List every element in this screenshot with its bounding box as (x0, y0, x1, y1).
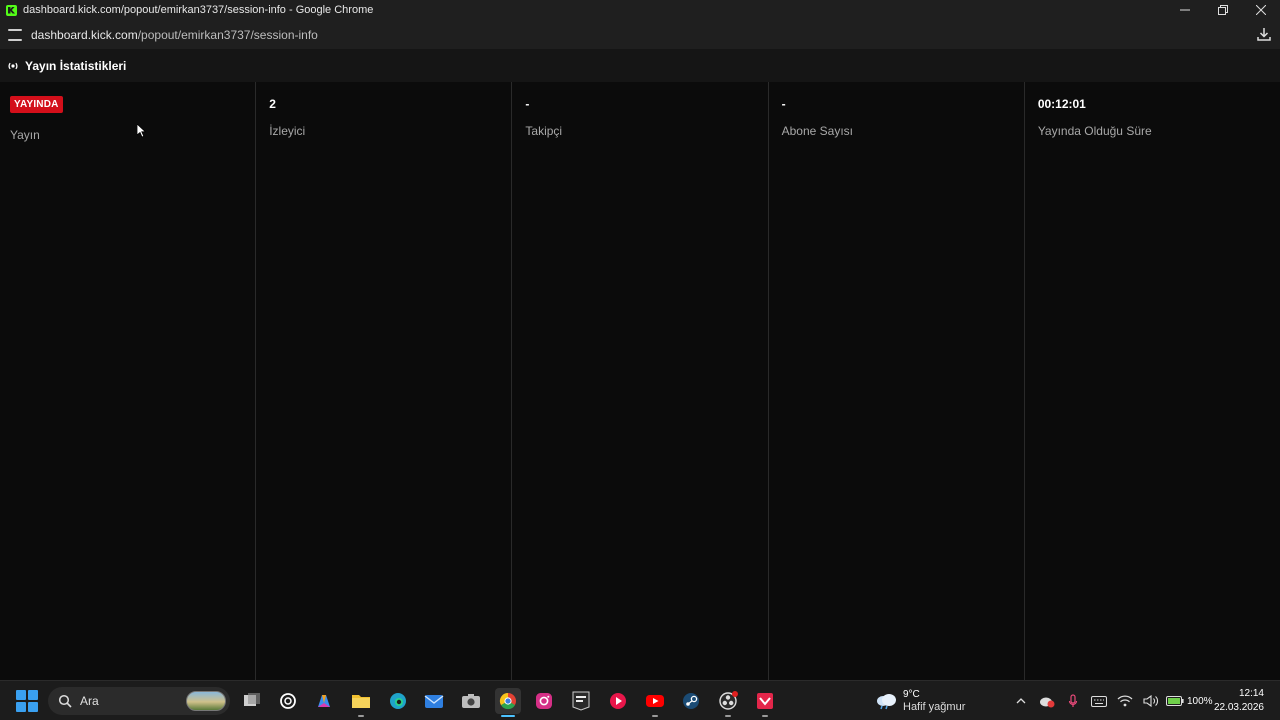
clock-time: 12:14 (1238, 688, 1264, 699)
battery-charging-icon (1166, 696, 1184, 706)
cloud-error-icon (1040, 697, 1055, 708)
mouse-cursor-icon (137, 124, 147, 138)
weather-temperature: 9°C (903, 689, 920, 700)
mail-app[interactable] (421, 688, 447, 714)
chrome-icon (499, 692, 516, 710)
tray-volume[interactable] (1138, 689, 1164, 713)
file-explorer-app[interactable] (348, 688, 374, 717)
stat-value: - (525, 97, 530, 111)
stat-label: Abone Sayısı (781, 124, 853, 138)
copilot-icon (318, 695, 330, 707)
tray-wifi[interactable] (1112, 689, 1138, 713)
stat-value: 2 (269, 97, 276, 111)
media-player-app[interactable] (605, 688, 631, 714)
folder-icon (352, 695, 370, 708)
stat-value: - (781, 97, 786, 111)
page-title: Yayın İstatistikleri (25, 58, 127, 73)
camera-app[interactable] (458, 688, 484, 714)
kick-favicon-icon (6, 4, 17, 16)
stat-viewers: 2 İzleyici (256, 82, 513, 680)
epic-games-app[interactable] (568, 688, 594, 714)
task-view-app[interactable] (239, 688, 265, 714)
instagram-icon (536, 693, 552, 709)
clock-date: 22.03.2026 (1213, 702, 1264, 713)
camera-icon (462, 694, 480, 708)
download-icon[interactable] (1256, 26, 1272, 42)
broadcast-icon (8, 62, 18, 69)
edge-app[interactable] (385, 688, 411, 714)
chatgpt-app[interactable] (275, 688, 301, 714)
stats-grid: YAYINDA Yayın 2 İzleyici - Takipçi - Abo… (0, 82, 1280, 680)
close-icon (1256, 5, 1266, 15)
obs-app[interactable] (715, 688, 741, 717)
url-text[interactable]: dashboard.kick.com/popout/emirkan3737/se… (31, 28, 318, 42)
app-pinned-red[interactable] (752, 688, 778, 717)
microphone-icon (1068, 694, 1078, 707)
taskbar: Ara 9°C Hafif yağmur 100% 12:14 22.03.20… (0, 680, 1280, 720)
youtube-app[interactable] (642, 688, 668, 717)
tray-overflow-button[interactable] (1008, 689, 1034, 713)
instagram-app[interactable] (531, 688, 557, 714)
volume-icon (1143, 695, 1158, 707)
tray-network-status[interactable] (1034, 689, 1060, 713)
stat-stream-status: YAYINDA Yayın (0, 82, 257, 680)
edge-icon (390, 693, 406, 709)
tray-battery[interactable]: 100% (1166, 696, 1213, 707)
stat-value: 00:12:01 (1037, 97, 1086, 111)
taskbar-clock[interactable]: 12:14 22.03.2026 (1214, 687, 1264, 715)
mail-icon (424, 695, 444, 708)
tray-keyboard[interactable] (1086, 689, 1112, 713)
system-tray: 100% (1008, 689, 1213, 713)
tray-microphone[interactable] (1060, 689, 1086, 713)
minimize-icon (1180, 9, 1190, 11)
task-view-icon (244, 693, 260, 706)
stat-label: İzleyici (269, 124, 306, 138)
search-icon (58, 694, 72, 708)
weather-widget[interactable]: 9°C Hafif yağmur (874, 687, 965, 715)
live-badge: YAYINDA (10, 96, 63, 113)
close-button[interactable] (1242, 0, 1280, 20)
steam-icon (683, 693, 699, 709)
address-bar[interactable]: dashboard.kick.com/popout/emirkan3737/se… (0, 20, 1280, 49)
stat-followers: - Takipçi (512, 82, 769, 680)
media-player-icon (610, 693, 626, 709)
site-info-icon[interactable] (8, 28, 22, 41)
stat-label: Takipçi (525, 124, 563, 138)
battery-percentage: 100% (1187, 695, 1213, 707)
wifi-icon (1117, 695, 1133, 707)
minimize-button[interactable] (1166, 0, 1204, 20)
search-placeholder: Ara (80, 694, 99, 708)
red-app-icon (757, 693, 773, 709)
chrome-app[interactable] (495, 688, 521, 717)
stat-label: Yayında Olduğu Süre (1037, 124, 1152, 138)
window-controls (1166, 0, 1280, 20)
steam-app[interactable] (678, 688, 704, 714)
taskbar-search[interactable]: Ara (48, 687, 230, 715)
copilot-app[interactable] (311, 688, 337, 714)
chevron-up-icon (1016, 698, 1026, 704)
start-button[interactable] (16, 690, 38, 712)
chatgpt-icon (280, 693, 296, 709)
page-header: Yayın İstatistikleri (0, 49, 1280, 82)
obs-icon (719, 691, 738, 710)
search-highlight-image[interactable] (186, 691, 226, 711)
youtube-icon (646, 695, 664, 707)
stat-subscribers: - Abone Sayısı (768, 82, 1025, 680)
weather-description: Hafif yağmur (903, 701, 966, 713)
url-host: dashboard.kick.com (31, 27, 138, 42)
window-title: dashboard.kick.com/popout/emirkan3737/se… (23, 4, 374, 16)
cloud-rain-icon (877, 694, 896, 710)
restore-icon (1218, 5, 1228, 15)
epic-games-icon (572, 691, 590, 711)
stat-label: Yayın (10, 128, 40, 142)
keyboard-icon (1091, 695, 1107, 707)
restore-button[interactable] (1204, 0, 1242, 20)
window-titlebar: dashboard.kick.com/popout/emirkan3737/se… (0, 0, 1280, 20)
url-path: /popout/emirkan3737/session-info (137, 27, 318, 42)
stat-uptime: 00:12:01 Yayında Olduğu Süre (1024, 82, 1280, 680)
